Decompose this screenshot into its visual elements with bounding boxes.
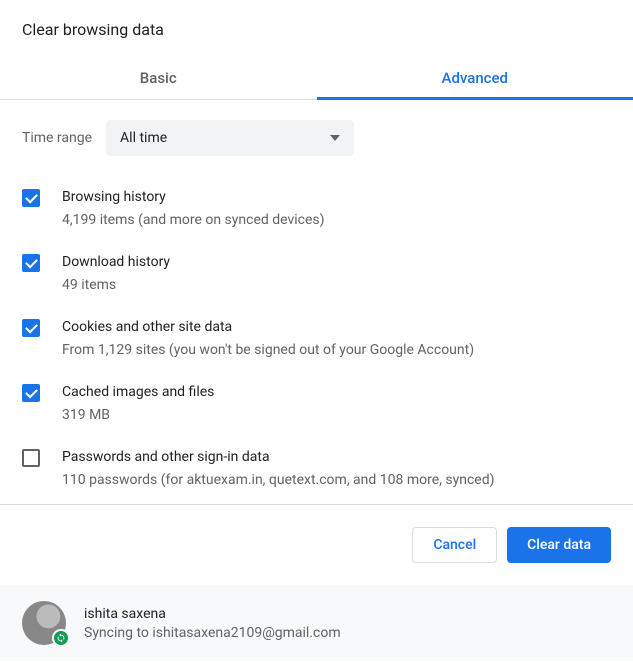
option-title: Browsing history bbox=[62, 187, 611, 207]
option-cached: Cached images and files 319 MB bbox=[0, 371, 633, 436]
avatar bbox=[22, 601, 66, 645]
option-title: Cookies and other site data bbox=[62, 317, 611, 337]
option-subtitle: 319 MB bbox=[62, 405, 611, 425]
option-title: Download history bbox=[62, 252, 611, 272]
checkbox-browsing-history[interactable] bbox=[22, 189, 40, 207]
clear-data-button[interactable]: Clear data bbox=[507, 527, 611, 563]
option-title: Cached images and files bbox=[62, 382, 611, 402]
account-sync-status: Syncing to ishitasaxena2109@gmail.com bbox=[84, 625, 341, 641]
tab-basic[interactable]: Basic bbox=[0, 57, 317, 99]
time-range-row: Time range All time bbox=[0, 100, 633, 176]
option-subtitle: 4,199 items (and more on synced devices) bbox=[62, 210, 611, 230]
tab-advanced[interactable]: Advanced bbox=[317, 57, 633, 99]
checkbox-cookies[interactable] bbox=[22, 319, 40, 337]
account-row: ishita saxena Syncing to ishitasaxena210… bbox=[0, 585, 633, 661]
tabs: Basic Advanced bbox=[0, 57, 633, 100]
option-subtitle: From 1,129 sites (you won't be signed ou… bbox=[62, 340, 611, 360]
checkbox-passwords[interactable] bbox=[22, 449, 40, 467]
time-range-value: All time bbox=[120, 130, 167, 146]
option-subtitle: 110 passwords (for aktuexam.in, quetext.… bbox=[62, 470, 611, 490]
option-download-history: Download history 49 items bbox=[0, 241, 633, 306]
time-range-label: Time range bbox=[22, 130, 92, 146]
time-range-select[interactable]: All time bbox=[106, 120, 354, 156]
sync-icon bbox=[52, 629, 70, 647]
checkbox-cached[interactable] bbox=[22, 384, 40, 402]
checkbox-download-history[interactable] bbox=[22, 254, 40, 272]
account-name: ishita saxena bbox=[84, 606, 341, 622]
chevron-down-icon bbox=[330, 135, 340, 141]
option-title: Passwords and other sign-in data bbox=[62, 447, 611, 467]
option-passwords: Passwords and other sign-in data 110 pas… bbox=[0, 436, 633, 501]
dialog-title: Clear browsing data bbox=[0, 0, 633, 57]
options-scroll[interactable]: Time range All time Browsing history 4,1… bbox=[0, 100, 633, 505]
dialog-footer: Cancel Clear data bbox=[0, 505, 633, 585]
option-browsing-history: Browsing history 4,199 items (and more o… bbox=[0, 176, 633, 241]
option-subtitle: 49 items bbox=[62, 275, 611, 295]
option-cookies: Cookies and other site data From 1,129 s… bbox=[0, 306, 633, 371]
cancel-button[interactable]: Cancel bbox=[412, 527, 497, 563]
